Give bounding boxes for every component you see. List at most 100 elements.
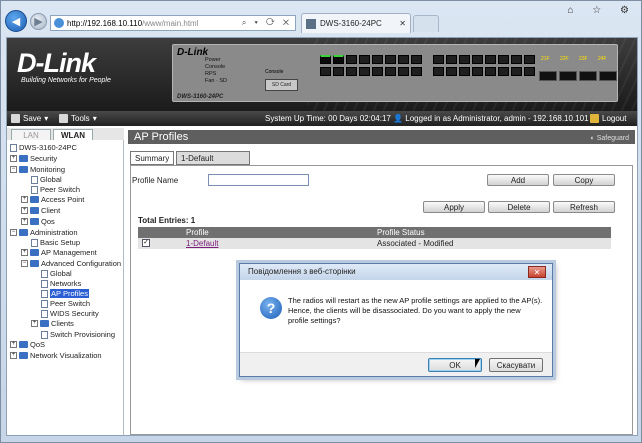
expand-icon[interactable]: + xyxy=(10,352,17,359)
page-icon xyxy=(31,175,38,184)
apply-button[interactable]: Apply xyxy=(423,201,485,213)
device-model: DWS-3160-24PC xyxy=(177,94,224,100)
tree-adv-ap-profiles[interactable]: AP Profiles xyxy=(41,289,89,298)
tree-network-visualization[interactable]: + Network Visualization xyxy=(10,351,102,360)
question-icon: ? xyxy=(260,297,282,319)
forward-button[interactable]: ▶ xyxy=(30,13,47,30)
row-checkbox[interactable]: ✓ xyxy=(142,239,150,247)
tree-ap-management[interactable]: + AP Management xyxy=(21,248,97,257)
total-entries: Total Entries: 1 xyxy=(138,216,196,225)
tools-icon xyxy=(59,114,68,123)
ok-button[interactable]: OK xyxy=(428,358,482,372)
collapse-icon[interactable]: − xyxy=(21,260,28,267)
toolbar-icons[interactable]: ⌂ ☆ ⚙ xyxy=(567,5,637,16)
logout-label: Logout xyxy=(602,114,627,123)
table-row: ✓ 1-Default Associated - Modified xyxy=(138,238,611,249)
save-menu[interactable]: Save ▾ xyxy=(11,114,48,123)
ports-group-1b xyxy=(320,67,422,76)
navigation-tree: DWS-3160-24PC + Security − Monitoring Glob… xyxy=(7,140,124,435)
sfp-label-21: 21F xyxy=(541,56,550,62)
page-icon xyxy=(41,299,48,308)
dialog-message: The radios will restart as the new AP pr… xyxy=(288,296,543,325)
table-header: Profile Profile Status xyxy=(138,227,611,238)
profile-status: Associated - Modified xyxy=(377,239,454,248)
tree-security[interactable]: + Security xyxy=(10,154,57,163)
copy-button[interactable]: Copy xyxy=(553,174,615,186)
folder-icon xyxy=(30,218,39,225)
tree-adv-clients[interactable]: + Clients xyxy=(31,319,74,328)
expand-icon[interactable]: + xyxy=(21,218,28,225)
sfp-label-24: 24F xyxy=(598,56,607,62)
tree-monitoring[interactable]: − Monitoring xyxy=(10,165,65,174)
tagline: Building Networks for People xyxy=(21,77,111,84)
add-button[interactable]: Add xyxy=(487,174,549,186)
tree-mon-access-point[interactable]: + Access Point xyxy=(21,195,84,204)
url-path: /www/main.html xyxy=(142,18,199,28)
dialog-body: ? The radios will restart as the new AP … xyxy=(240,280,552,352)
folder-icon xyxy=(19,229,28,236)
profile-link[interactable]: 1-Default xyxy=(186,239,218,248)
tools-label: Tools xyxy=(71,114,90,123)
browser-window: ◀ ▶ http://192.168.10.110 /www/main.html… xyxy=(0,0,642,443)
page-title: AP Profiles ◐ Safeguard xyxy=(128,130,635,144)
tab-1-default[interactable]: 1-Default xyxy=(176,151,250,165)
delete-button[interactable]: Delete xyxy=(488,201,550,213)
forward-arrow-icon: ▶ xyxy=(34,16,43,28)
collapse-icon[interactable]: − xyxy=(10,166,17,173)
tree-administration[interactable]: − Administration xyxy=(10,228,78,237)
tree-advanced-configuration[interactable]: − Advanced Configuration xyxy=(21,259,121,268)
folder-icon xyxy=(19,352,28,359)
expand-icon[interactable]: + xyxy=(21,196,28,203)
folder-icon xyxy=(30,196,39,203)
page-icon xyxy=(41,279,48,288)
expand-icon[interactable]: + xyxy=(21,249,28,256)
expand-icon[interactable]: + xyxy=(21,207,28,214)
cancel-button[interactable]: Скасувати xyxy=(489,358,543,372)
dialog-close-button[interactable]: ✕ xyxy=(528,266,546,278)
address-bar[interactable]: http://192.168.10.110 /www/main.html ⌕ ▾… xyxy=(50,15,296,31)
sfp-label-23: 23F xyxy=(579,56,588,62)
tab-summary[interactable]: Summary xyxy=(130,151,174,165)
app-toolbar: Save ▾ Tools ▾ System Up Time: 00 Days 0… xyxy=(7,111,637,126)
folder-icon xyxy=(19,166,28,173)
page-icon xyxy=(31,185,38,194)
tree-adv-peer-switch[interactable]: Peer Switch xyxy=(41,299,90,308)
tools-menu[interactable]: Tools ▾ xyxy=(59,114,97,123)
address-controls-icons[interactable]: ⌕ ▾ ⟳ ✕ xyxy=(242,18,292,28)
ie-page-icon xyxy=(54,18,64,28)
uptime-text: System Up Time: 00 Days 02:04:17 xyxy=(265,114,391,123)
tree-mon-qos[interactable]: + Qos xyxy=(21,217,55,226)
expand-icon[interactable]: + xyxy=(10,155,17,162)
tree-mon-global[interactable]: Global xyxy=(31,175,62,184)
expand-icon[interactable]: + xyxy=(10,341,17,348)
expand-icon[interactable]: + xyxy=(31,320,38,327)
tree-adv-networks[interactable]: Networks xyxy=(41,279,81,288)
tab-wlan[interactable]: WLAN xyxy=(53,129,93,140)
sfp-port xyxy=(599,71,617,81)
refresh-button[interactable]: Refresh xyxy=(553,201,615,213)
tree-adv-global[interactable]: Global xyxy=(41,269,72,278)
logout-button[interactable]: Logout xyxy=(590,114,626,123)
tree-basic-setup[interactable]: Basic Setup xyxy=(31,238,80,247)
status-line: System Up Time: 00 Days 02:04:17 👤 Logge… xyxy=(265,114,589,123)
tree-root[interactable]: DWS-3160-24PC xyxy=(10,143,77,152)
ports-group-2b xyxy=(433,67,535,76)
tree-qos[interactable]: + QoS xyxy=(10,340,45,349)
collapse-icon[interactable]: − xyxy=(10,229,17,236)
chevron-down-icon: ▾ xyxy=(92,114,97,123)
tree-adv-switch-provisioning[interactable]: Switch Provisioning xyxy=(41,330,115,339)
profile-name-input[interactable] xyxy=(208,174,309,186)
back-button[interactable]: ◀ xyxy=(5,10,27,32)
confirm-dialog: Повідомлення з веб-сторінки ✕ ? The radi… xyxy=(239,263,553,377)
tab-lan[interactable]: LAN xyxy=(11,129,51,140)
page-icon xyxy=(31,238,38,247)
tab-close-icon[interactable]: ✕ xyxy=(399,19,406,28)
new-tab-button[interactable] xyxy=(413,15,439,32)
dialog-title: Повідомлення з веб-сторінки xyxy=(240,264,552,280)
console-label: Console xyxy=(265,69,284,75)
tree-adv-wids-security[interactable]: WIDS Security xyxy=(41,309,99,318)
logout-icon xyxy=(590,114,599,123)
browser-tab[interactable]: DWS-3160-24PC ✕ xyxy=(301,13,411,33)
tree-mon-peer-switch[interactable]: Peer Switch xyxy=(31,185,80,194)
tree-mon-client[interactable]: + Client xyxy=(21,206,60,215)
